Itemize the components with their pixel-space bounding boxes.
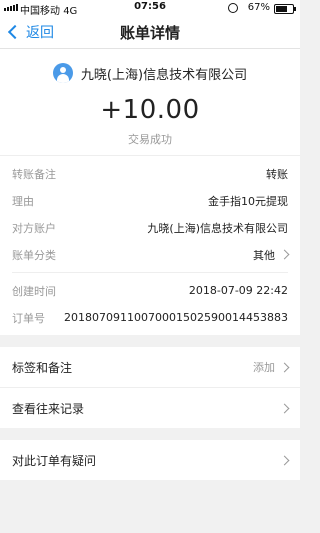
detail-section: 转账备注 转账 理由 金手指10元提现 对方账户 九晓(上海)信息技术有限公司 … (0, 156, 300, 335)
add-link: 添加 (253, 361, 275, 374)
detail-label: 账单分类 (12, 248, 56, 262)
detail-row-remark: 转账备注 转账 (0, 160, 300, 187)
avatar-icon (52, 63, 73, 83)
detail-label: 对方账户 (12, 221, 56, 235)
detail-row-created: 创建时间 2018-07-09 22:42 (0, 277, 300, 304)
order-id-value: 20180709110070001502590014453883 (64, 311, 288, 324)
order-question-row[interactable]: 对此订单有疑问 (0, 440, 300, 480)
history-label: 查看往来记录 (12, 401, 85, 416)
action-group: 标签和备注 添加 查看往来记录 (0, 347, 300, 428)
detail-row-counterparty: 对方账户 九晓(上海)信息技术有限公司 (0, 214, 300, 241)
detail-label: 转账备注 (12, 167, 56, 181)
battery-percent: 67% (247, 2, 270, 13)
detail-label: 订单号 (12, 311, 45, 325)
transaction-status: 交易成功 (128, 133, 172, 146)
chevron-right-icon (279, 362, 290, 372)
category-value: 其他 (253, 247, 290, 263)
chevron-right-icon (279, 455, 290, 465)
view-history-row[interactable]: 查看往来记录 (0, 387, 300, 428)
detail-value: 转账 (266, 167, 288, 181)
detail-value: 金手指10元提现 (208, 194, 288, 208)
detail-value: 九晓(上海)信息技术有限公司 (147, 221, 288, 235)
payee-name: 九晓(上海)信息技术有限公司 (80, 67, 248, 83)
chevron-right-icon (279, 249, 290, 260)
detail-label: 理由 (12, 194, 34, 208)
question-label: 对此订单有疑问 (12, 453, 97, 468)
detail-value: 2018-07-09 22:42 (188, 284, 288, 297)
transaction-header: 九晓(上海)信息技术有限公司 +10.00 交易成功 (0, 49, 300, 156)
payee: 九晓(上海)信息技术有限公司 (0, 63, 300, 83)
status-bar: 中国移动 4G 07:56 67% (0, 0, 300, 17)
detail-row-category[interactable]: 账单分类 其他 (0, 241, 300, 268)
divider (12, 272, 288, 273)
detail-label: 创建时间 (12, 284, 56, 298)
nav-bar: 返回 账单详情 (0, 16, 300, 49)
amount: +10.00 (100, 95, 200, 125)
detail-row-order-id: 订单号 20180709110070001502590014453883 (0, 304, 300, 331)
tags-notes-row[interactable]: 标签和备注 添加 (0, 347, 300, 387)
chevron-right-icon (279, 403, 290, 413)
tags-label: 标签和备注 (12, 360, 73, 375)
rotation-lock-icon (228, 3, 238, 13)
page-title: 账单详情 (119, 24, 180, 42)
detail-row-reason: 理由 金手指10元提现 (0, 187, 300, 214)
battery-icon (274, 4, 296, 14)
